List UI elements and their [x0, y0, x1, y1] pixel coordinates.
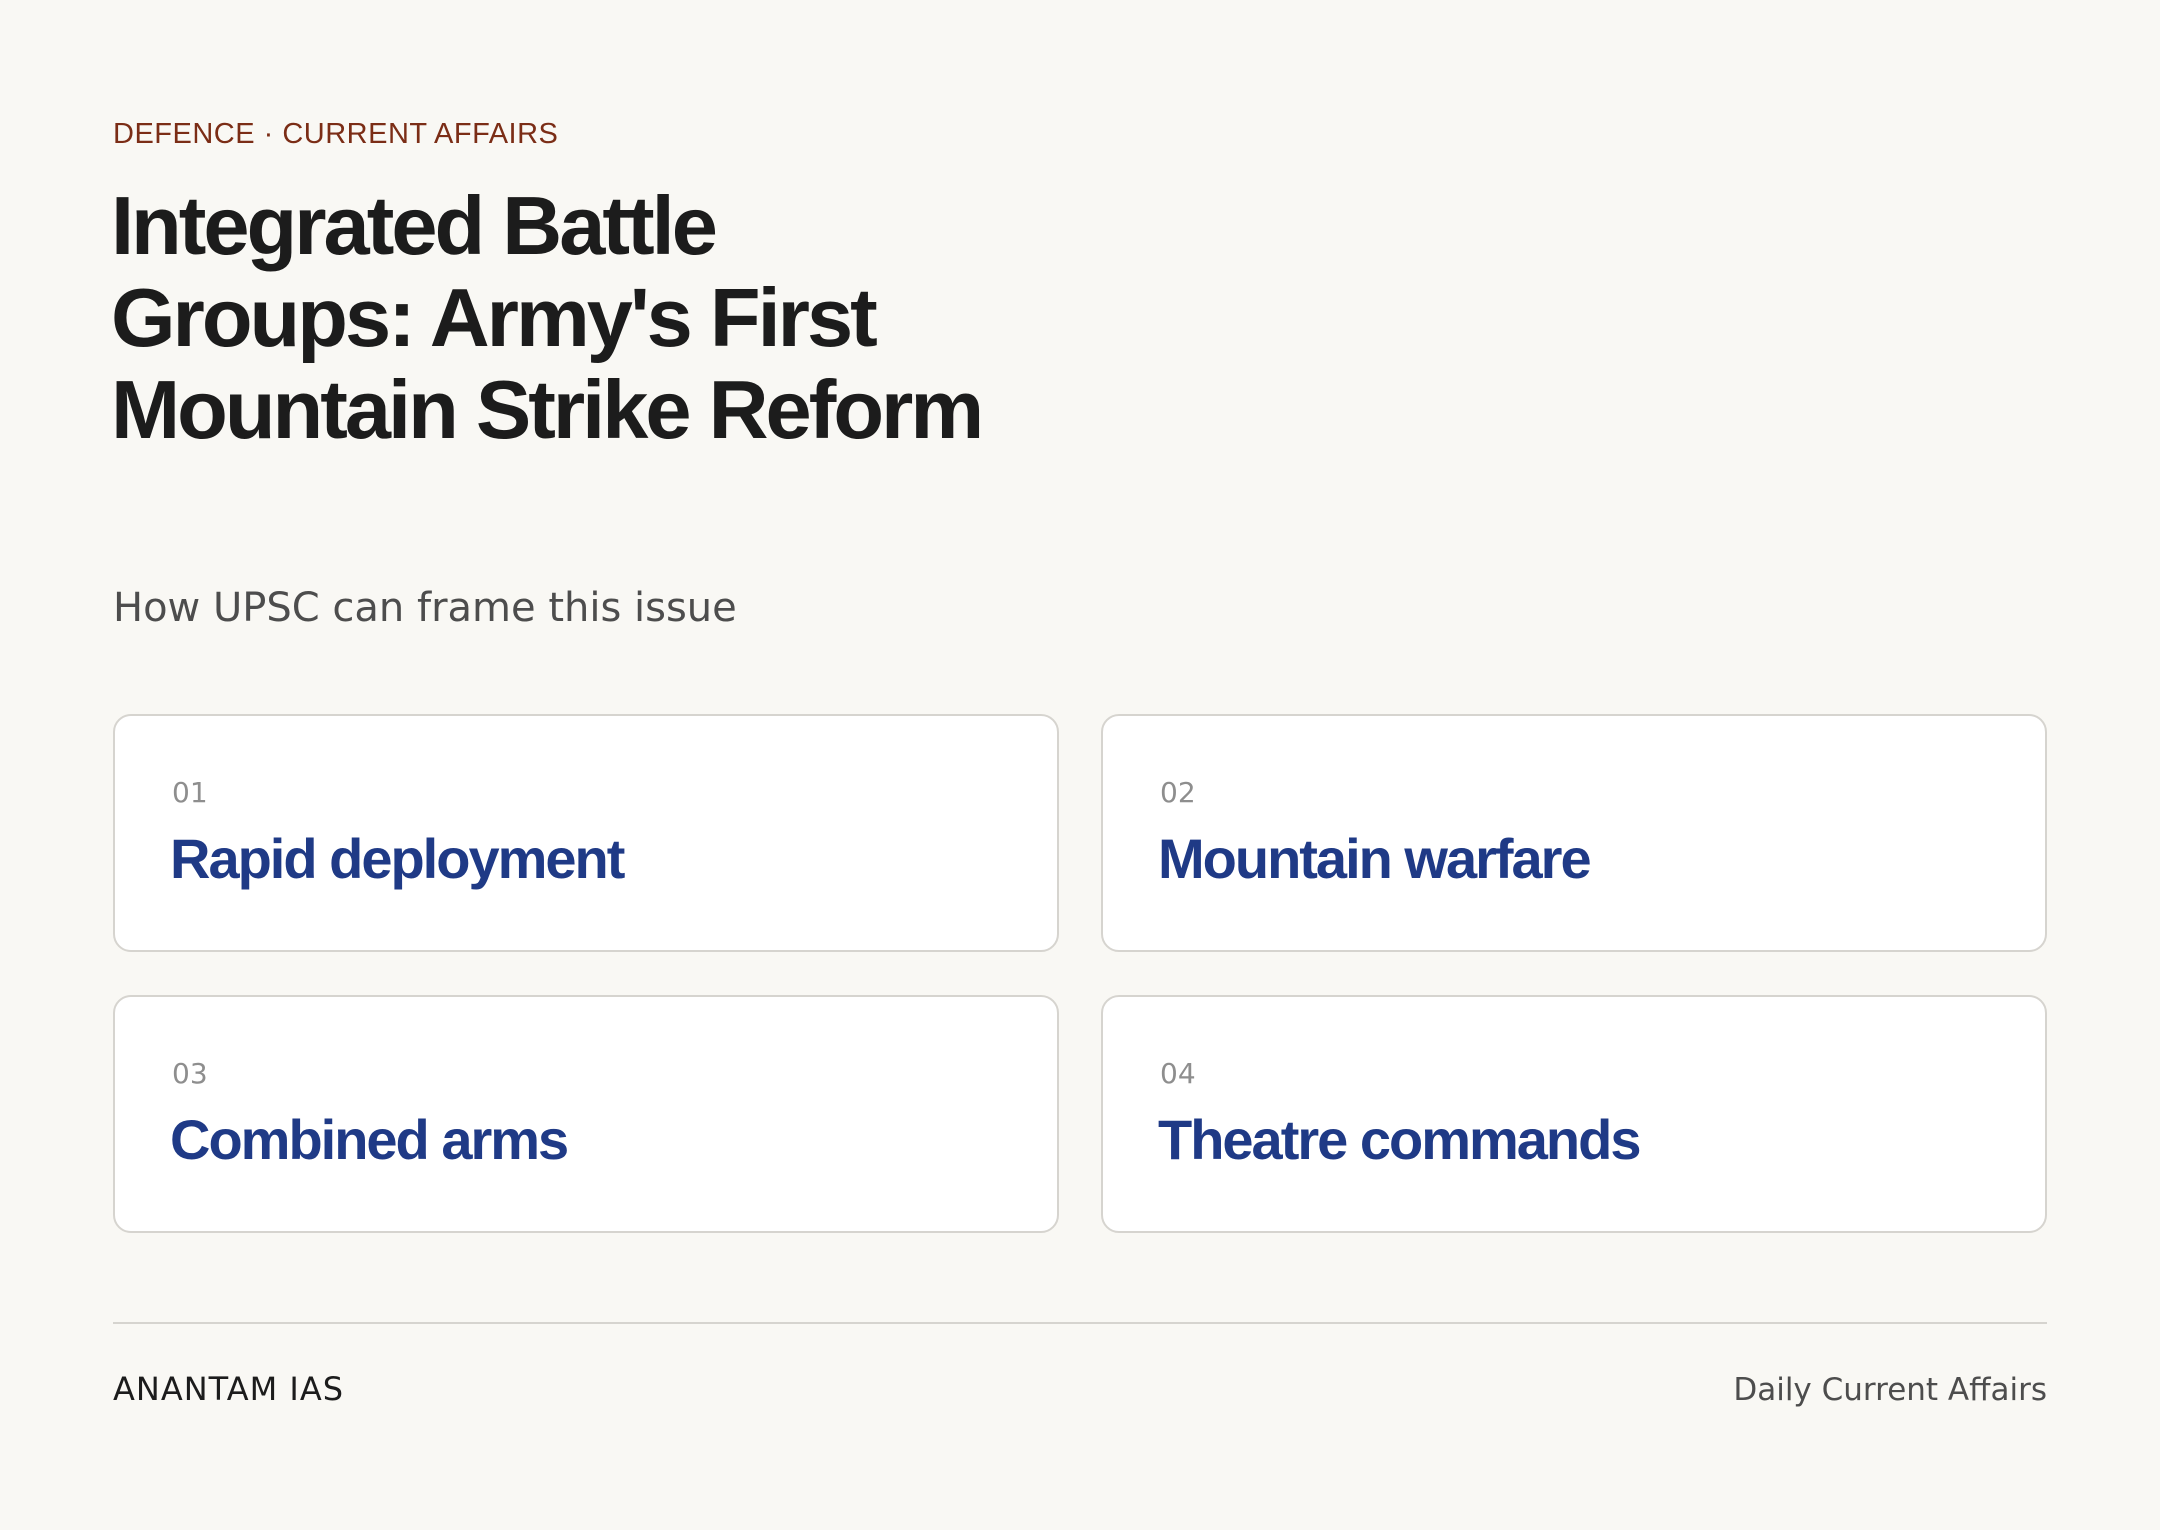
card-number: 04 [1160, 1057, 1196, 1090]
card-label: Rapid deployment [170, 827, 625, 890]
card-number: 01 [172, 776, 208, 809]
page-subtitle: How UPSC can frame this issue [113, 585, 737, 631]
page-title: Integrated Battle Groups: Army's First M… [111, 179, 984, 456]
topic-card-theatre-commands: 04 Theatre commands [1101, 995, 2047, 1233]
topic-card-rapid-deployment: 01 Rapid deployment [113, 714, 1059, 952]
brand-name: ANANTAM IAS [113, 1370, 345, 1408]
card-number: 03 [172, 1057, 208, 1090]
card-label: Mountain warfare [1158, 827, 1592, 890]
card-label: Combined arms [170, 1108, 569, 1171]
card-label: Theatre commands [1158, 1108, 1641, 1171]
footer-divider [113, 1322, 2047, 1324]
card-number: 02 [1160, 776, 1196, 809]
category-kicker: DEFENCE · CURRENT AFFAIRS [113, 118, 559, 150]
topic-card-combined-arms: 03 Combined arms [113, 995, 1059, 1233]
footer-tagline: Daily Current Affairs [1733, 1372, 2047, 1408]
topic-card-mountain-warfare: 02 Mountain warfare [1101, 714, 2047, 952]
